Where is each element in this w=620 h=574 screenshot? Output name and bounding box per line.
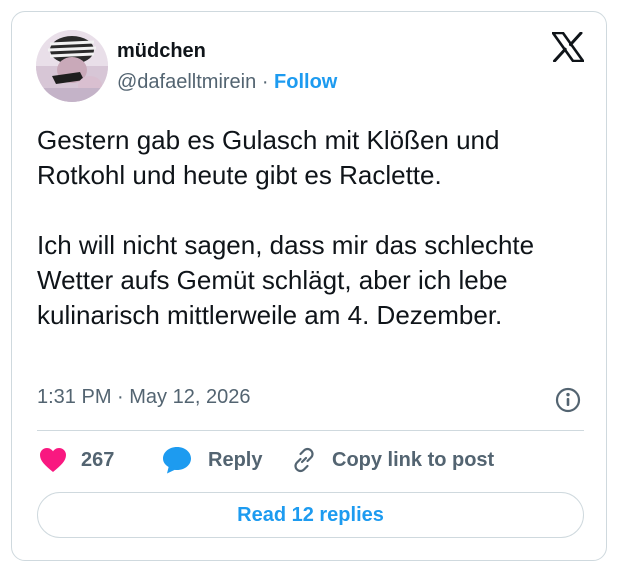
tweet-card: müdchen @dafaelltmirein · Follow Gestern…	[11, 11, 607, 561]
handle-separator: ·	[261, 71, 269, 93]
author-handle-row: @dafaelltmirein · Follow	[117, 71, 337, 94]
author-display-name[interactable]: müdchen	[117, 40, 206, 63]
avatar[interactable]	[36, 30, 108, 102]
link-icon	[294, 447, 314, 473]
author-handle[interactable]: @dafaelltmirein	[117, 71, 256, 93]
divider	[37, 430, 584, 431]
speech-bubble-icon	[163, 447, 191, 474]
like-button[interactable]: 267	[39, 445, 114, 475]
read-replies-button[interactable]: Read 12 replies	[37, 492, 584, 538]
tweet-text: Gestern gab es Gulasch mit Klößen und Ro…	[37, 125, 535, 330]
copy-link-button[interactable]: Copy link to post	[290, 445, 494, 475]
reply-label: Reply	[208, 448, 263, 471]
x-logo-icon[interactable]	[551, 31, 585, 63]
info-icon[interactable]	[554, 386, 582, 414]
copy-link-label: Copy link to post	[332, 448, 495, 471]
heart-icon	[40, 448, 66, 472]
follow-button[interactable]: Follow	[274, 71, 337, 93]
like-count: 267	[81, 448, 115, 471]
tweet-timestamp[interactable]: 1:31 PM · May 12, 2026	[37, 386, 250, 409]
avatar-image	[36, 30, 108, 102]
reply-button[interactable]: Reply	[162, 445, 262, 475]
